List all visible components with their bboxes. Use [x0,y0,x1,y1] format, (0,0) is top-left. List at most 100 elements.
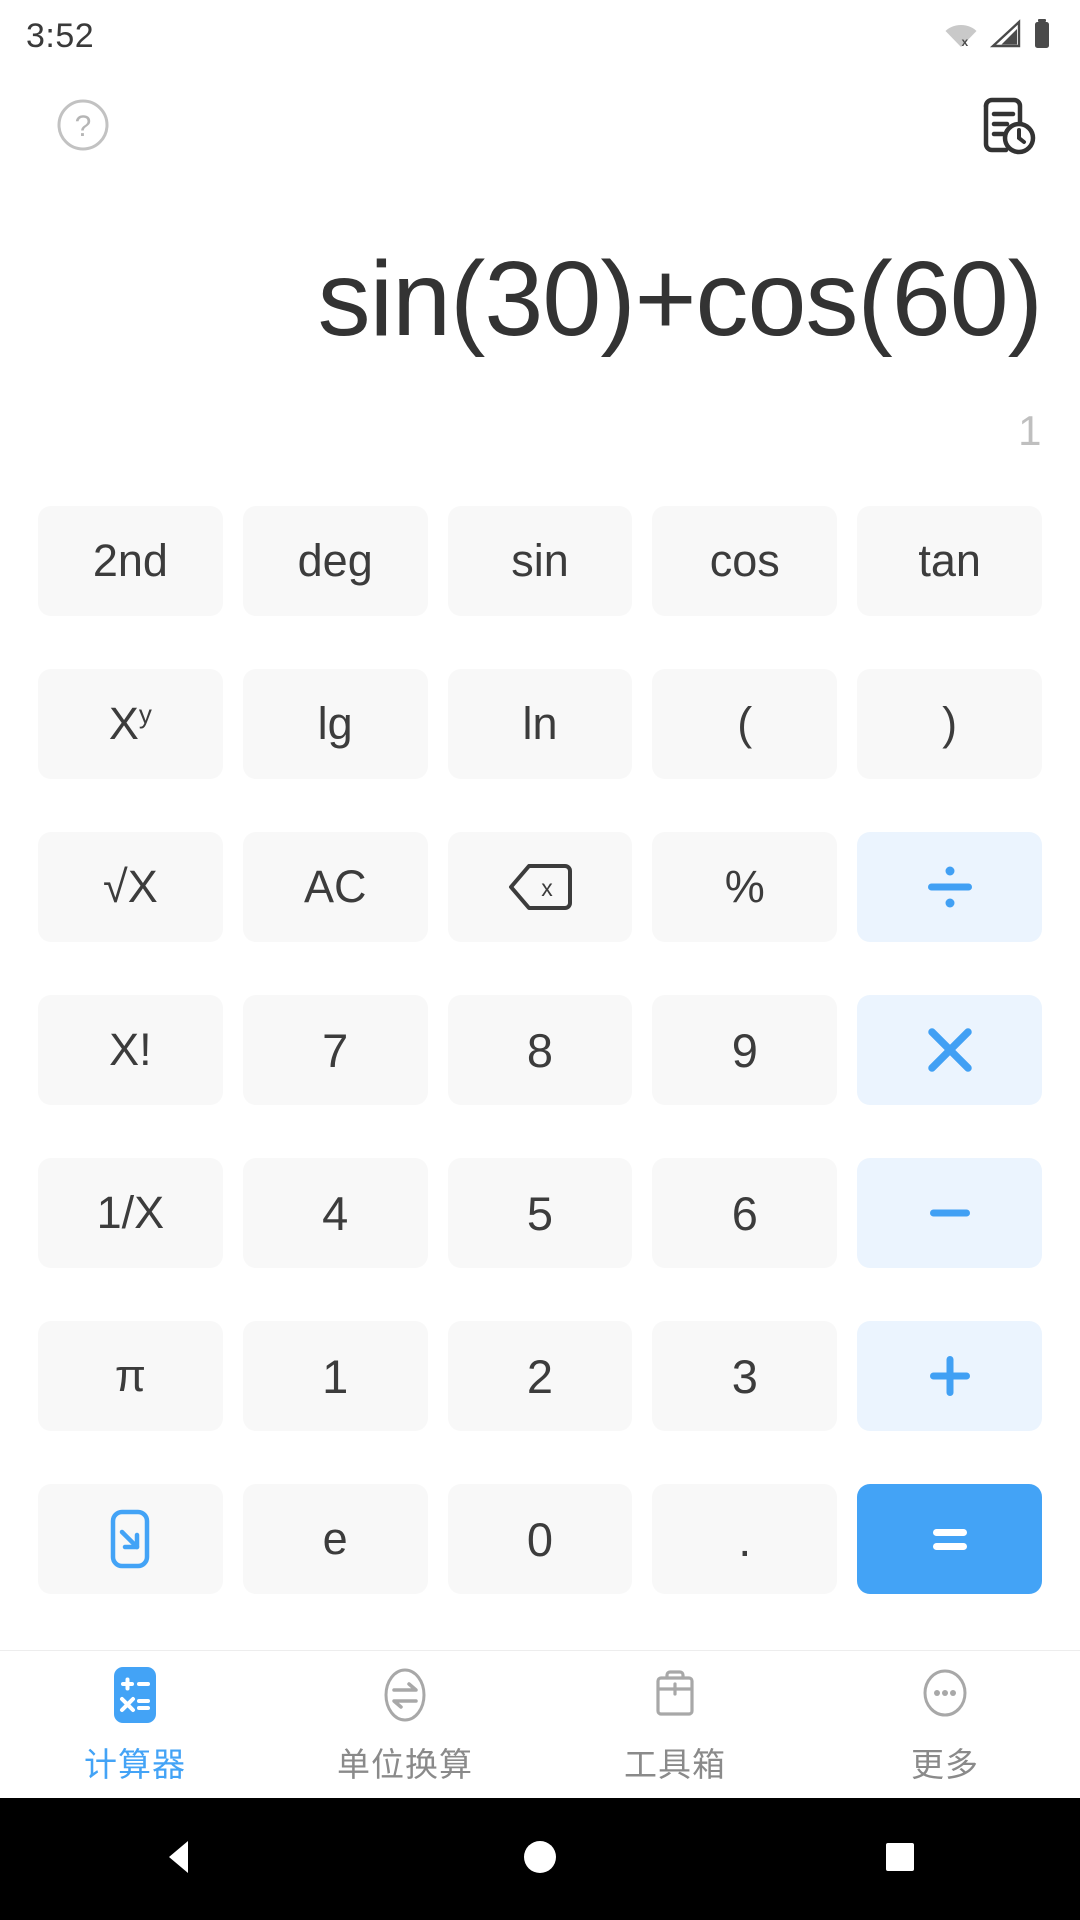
plus-icon [921,1347,979,1405]
multiply-icon [921,1021,979,1079]
key-label: 2nd [92,535,168,586]
key-power[interactable]: Xy [38,669,223,779]
calculator-app-screen: 3:52 x ? sin(30)+cos(60) 1 2nd deg sin c… [0,0,1080,1920]
nav-unit-conversion[interactable]: 单位换算 [270,1664,540,1786]
key-label: ln [522,698,558,749]
key-subtract[interactable] [857,1158,1042,1268]
cellular-signal-icon [988,18,1022,54]
key-collapse-keypad[interactable] [38,1484,223,1594]
key-euler[interactable]: e [242,1484,428,1594]
key-eight[interactable]: 8 [447,995,633,1105]
nav-more[interactable]: 更多 [810,1664,1080,1786]
nav-toolbox[interactable]: 工具箱 [540,1664,810,1786]
key-two[interactable]: 2 [447,1321,633,1431]
key-one[interactable]: 1 [242,1321,428,1431]
recents-square-icon [877,1834,923,1885]
key-natural-log[interactable]: ln [447,669,633,779]
key-five[interactable]: 5 [447,1158,633,1268]
system-recents-button[interactable] [840,1798,960,1920]
key-sine[interactable]: sin [447,506,633,616]
key-four[interactable]: 4 [242,1158,428,1268]
wifi-off-icon: x [944,19,978,54]
key-three[interactable]: 3 [652,1321,838,1431]
svg-text:?: ? [75,110,92,143]
history-document-icon [970,90,1040,165]
toolbox-icon [644,1664,706,1726]
status-bar-icons: x [944,18,1052,55]
result-text: 1 [1018,407,1042,455]
key-label: AC [303,861,367,912]
key-cosine[interactable]: cos [652,506,838,616]
system-home-button[interactable] [480,1798,600,1920]
history-button[interactable] [970,92,1040,162]
status-bar-clock: 3:52 [26,16,95,55]
minus-icon [921,1184,979,1242]
key-label: 6 [731,1186,758,1240]
key-label: 1/X [96,1187,165,1238]
unit-convert-icon [374,1664,436,1726]
android-system-navigation [0,1798,1080,1920]
key-label: . [738,1512,752,1566]
calculator-display: sin(30)+cos(60) 1 [0,182,1080,502]
key-label: 9 [731,1023,758,1077]
key-reciprocal[interactable]: 1/X [38,1158,223,1268]
key-pi[interactable]: π [38,1321,223,1431]
help-button[interactable]: ? [48,92,118,162]
nav-item-label: 工具箱 [624,1745,726,1783]
key-label: Xy [108,698,152,749]
key-divide[interactable] [857,832,1042,942]
svg-text:x: x [962,35,969,49]
key-label: 3 [731,1349,758,1403]
key-log10[interactable]: lg [242,669,428,779]
key-label: 5 [526,1186,554,1240]
calculator-keypad: 2nd deg sin cos tan Xy lg ln () √X AC x% X! 7 8 9 1/X 4 5 6… [0,502,1080,1650]
key-close-paren[interactable]: ) [857,669,1042,779]
key-label: 8 [526,1023,554,1077]
nav-item-label: 计算器 [84,1745,186,1783]
key-label: ( [737,698,753,749]
equals-icon [921,1510,979,1568]
key-all-clear[interactable]: AC [242,832,428,942]
battery-full-icon [1032,18,1052,55]
nav-item-label: 单位换算 [337,1745,473,1783]
key-label: cos [709,535,780,586]
key-equals[interactable] [857,1484,1042,1594]
svg-text:x: x [541,875,553,901]
key-label: % [724,861,765,912]
calculator-icon [104,1664,166,1726]
key-decimal-point[interactable]: . [652,1484,838,1594]
key-percent[interactable]: % [652,832,838,942]
key-nine[interactable]: 9 [652,995,838,1105]
key-open-paren[interactable]: ( [652,669,838,779]
key-multiply[interactable] [857,995,1042,1105]
key-label: tan [918,535,981,586]
nav-item-label: 更多 [911,1745,979,1783]
key-add[interactable] [857,1321,1042,1431]
key-zero[interactable]: 0 [447,1484,633,1594]
key-backspace[interactable]: x [447,832,633,942]
key-label: 7 [322,1023,349,1077]
key-seven[interactable]: 7 [242,995,428,1105]
key-label: 0 [526,1512,554,1566]
key-tangent[interactable]: tan [857,506,1042,616]
key-six[interactable]: 6 [652,1158,838,1268]
system-back-button[interactable] [120,1798,240,1920]
more-dots-icon [914,1664,976,1726]
key-label: π [114,1350,146,1401]
expression-text[interactable]: sin(30)+cos(60) [38,243,1043,355]
key-label: sin [511,535,569,586]
nav-calculator[interactable]: 计算器 [0,1664,270,1786]
divide-icon [921,858,979,916]
key-label: 2 [526,1349,554,1403]
key-second-function[interactable]: 2nd [38,506,223,616]
key-degree-mode[interactable]: deg [242,506,428,616]
app-header: ? [0,72,1080,182]
key-label: 1 [322,1349,349,1403]
key-factorial[interactable]: X! [38,995,223,1105]
key-square-root[interactable]: √X [38,832,223,942]
help-circle-icon: ? [55,97,111,158]
key-label: X! [109,1024,152,1075]
key-label: √X [103,861,158,912]
key-label: lg [317,698,353,749]
home-circle-icon [517,1834,563,1885]
